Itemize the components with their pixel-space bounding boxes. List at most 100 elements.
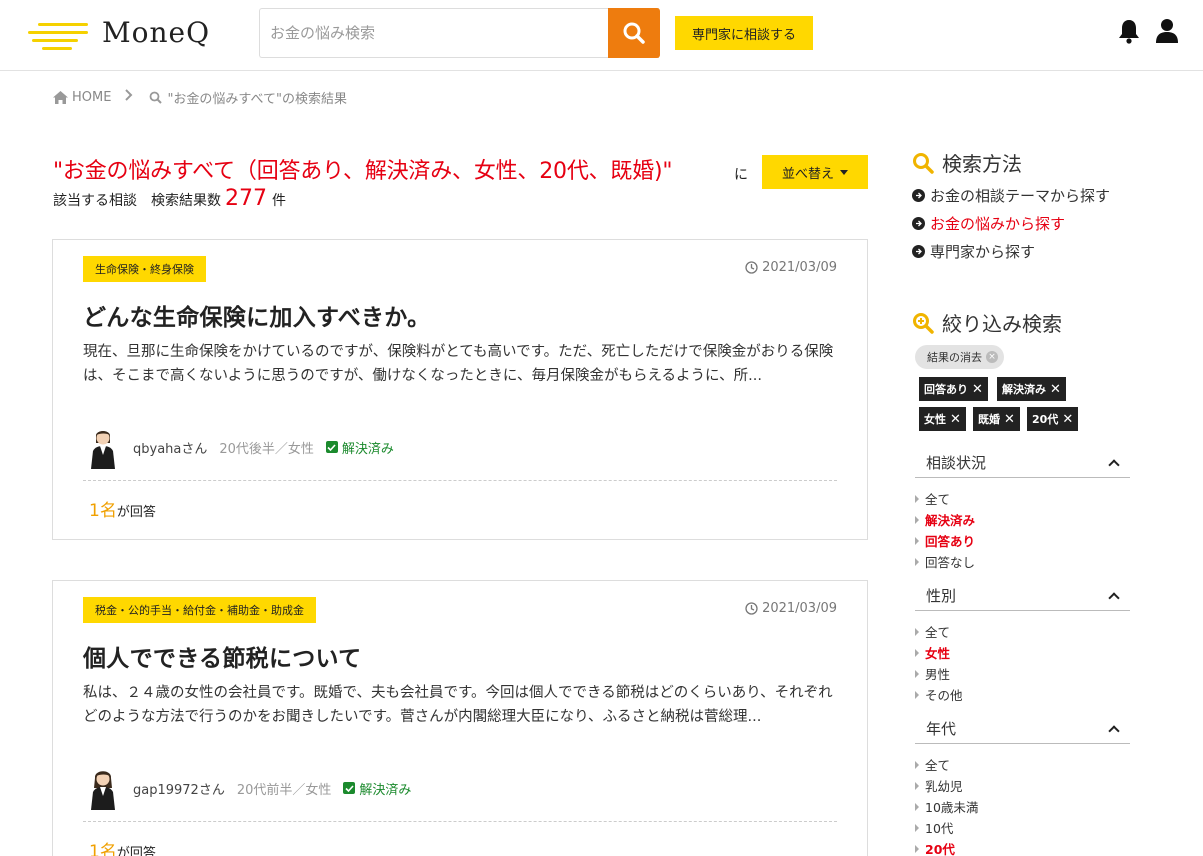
filter-option[interactable]: 10歳未満 <box>915 797 978 816</box>
filter-option[interactable]: 全て <box>915 755 950 774</box>
caret-right-icon <box>915 515 919 524</box>
sort-button[interactable]: 並べ替え <box>762 155 868 189</box>
filter-option[interactable]: 全て <box>915 622 950 641</box>
filter-chip-answered[interactable]: 回答あり ✕ <box>919 377 988 401</box>
filter-option-label: 20代 <box>925 842 955 856</box>
bell-icon[interactable] <box>1118 18 1140 44</box>
filter-chip-solved[interactable]: 解決済み ✕ <box>997 377 1066 401</box>
filter-title: 絞り込み検索 <box>942 312 1062 336</box>
close-icon: ✕ <box>1062 411 1074 427</box>
clear-filters-button[interactable]: 結果の消去 × <box>915 345 1004 369</box>
search-method-heading: 検索方法 <box>912 148 1022 177</box>
filter-option[interactable]: 回答なし <box>915 552 975 571</box>
caret-right-icon <box>915 844 919 853</box>
caret-right-icon <box>915 494 919 503</box>
caret-right-icon <box>915 690 919 699</box>
filter-chip-label: 女性 <box>924 413 946 426</box>
filter-section-title: 性別 <box>926 587 957 605</box>
filter-option-label: 10代 <box>925 821 954 836</box>
filter-option[interactable]: 10代 <box>915 818 953 837</box>
breadcrumb-current-label: "お金の悩みすべて"の検索結果 <box>167 91 347 107</box>
filter-section-status[interactable]: 相談状況 <box>915 448 1130 478</box>
results-summary: 該当する相談 検索結果数 277 件 <box>53 186 286 211</box>
caret-right-icon <box>915 648 919 657</box>
sidebar-link-experts[interactable]: 専門家から探す <box>912 241 1035 262</box>
arrow-circle-icon <box>912 245 925 258</box>
filter-option[interactable]: 女性 <box>915 643 950 662</box>
question-card[interactable]: 税金・公的手当・給付金・補助金・助成金 2021/03/09 個人でできる節税に… <box>52 580 868 856</box>
category-tag[interactable]: 税金・公的手当・給付金・補助金・助成金 <box>83 597 316 623</box>
caret-down-icon <box>840 169 848 175</box>
close-icon: ✕ <box>1050 381 1061 397</box>
logo[interactable]: MoneQ <box>28 14 218 54</box>
chevron-up-icon <box>1108 724 1120 737</box>
status-badge: 解決済み <box>325 438 394 457</box>
filter-chip-female[interactable]: 女性 ✕ <box>919 407 966 431</box>
question-title[interactable]: どんな生命保険に加入すべきか。 <box>83 298 430 332</box>
filter-chip-married[interactable]: 既婚 ✕ <box>973 407 1020 431</box>
sidebar-link-worries[interactable]: お金の悩みから探す <box>912 213 1065 234</box>
search-method-title: 検索方法 <box>942 152 1022 176</box>
author-info: qbyahaさん 20代後半／女性 解決済み <box>87 425 394 469</box>
question-title[interactable]: 個人でできる節税について <box>83 639 361 673</box>
filter-section-title: 年代 <box>926 720 957 738</box>
avatar <box>91 431 115 469</box>
filter-chip-label: 20代 <box>1032 413 1059 426</box>
sort-button-label: 並べ替え <box>781 165 834 181</box>
search-input[interactable] <box>260 9 608 57</box>
clock-icon <box>745 602 758 615</box>
filter-option[interactable]: 全て <box>915 489 950 508</box>
post-date-text: 2021/03/09 <box>762 260 837 275</box>
status-text: 解決済み <box>359 782 412 798</box>
chevron-up-icon <box>1108 591 1120 604</box>
home-icon <box>53 90 68 104</box>
user-icon[interactable] <box>1155 18 1179 44</box>
author-name[interactable]: qbyahaさん <box>133 438 207 457</box>
filter-chip-label: 既婚 <box>978 413 1000 426</box>
close-icon: ✕ <box>1004 411 1015 427</box>
filter-option-label: 女性 <box>925 646 951 661</box>
filter-option-label: 男性 <box>925 667 951 682</box>
filter-option-label: 全て <box>925 492 951 507</box>
post-date: 2021/03/09 <box>745 601 837 616</box>
clock-icon <box>745 261 758 274</box>
sidebar-link-label: お金の相談テーマから探す <box>930 187 1111 205</box>
category-tag[interactable]: 生命保険・終身保険 <box>83 256 206 282</box>
caret-right-icon <box>915 823 919 832</box>
sidebar-link-theme[interactable]: お金の相談テーマから探す <box>912 185 1110 206</box>
consult-expert-button[interactable]: 専門家に相談する <box>675 16 813 50</box>
filter-section-title: 相談状況 <box>926 454 987 472</box>
filter-option[interactable]: 乳幼児 <box>915 776 963 795</box>
arrow-circle-icon <box>912 217 925 230</box>
clear-filters-label: 結果の消去 <box>927 351 982 364</box>
filter-section-gender[interactable]: 性別 <box>915 581 1130 611</box>
sidebar-link-label: お金の悩みから探す <box>930 215 1066 233</box>
search-button[interactable] <box>608 8 660 58</box>
author-name[interactable]: gap19972さん <box>133 779 225 798</box>
question-excerpt: 私は、２４歳の女性の会社員です。既婚で、夫も会社員です。今回は個人でできる節税は… <box>83 685 833 725</box>
filter-option[interactable]: 回答あり <box>915 531 975 550</box>
breadcrumb-home[interactable]: HOME <box>53 90 111 105</box>
question-card[interactable]: 生命保険・終身保険 2021/03/09 どんな生命保険に加入すべきか。 現在、… <box>52 239 868 540</box>
avatar <box>91 771 115 810</box>
chevron-right-icon <box>125 89 133 105</box>
close-icon: × <box>986 351 998 363</box>
answer-count: 1名 が回答 <box>89 837 156 856</box>
arrow-circle-icon <box>912 189 925 202</box>
author-meta: 20代後半／女性 <box>219 441 314 457</box>
filter-option-label: 全て <box>925 758 951 773</box>
answer-count-number: 1名 <box>89 501 117 521</box>
results-title: "お金の悩みすべて（回答あり、解決済み、女性、20代、既婚)" <box>53 159 673 184</box>
filter-option[interactable]: その他 <box>915 685 963 704</box>
filter-option-label: 回答あり <box>925 534 976 549</box>
filter-option-label: 解決済み <box>925 513 976 528</box>
filter-option[interactable]: 男性 <box>915 664 950 683</box>
filter-section-age[interactable]: 年代 <box>915 714 1130 744</box>
filter-option-label: 乳幼児 <box>925 779 963 794</box>
filter-chip-20s[interactable]: 20代 ✕ <box>1027 407 1079 431</box>
filter-option[interactable]: 20代 <box>915 839 955 856</box>
card-divider <box>83 821 837 822</box>
breadcrumb-home-label: HOME <box>72 89 112 105</box>
zoom-in-icon <box>913 312 934 334</box>
filter-option[interactable]: 解決済み <box>915 510 975 529</box>
